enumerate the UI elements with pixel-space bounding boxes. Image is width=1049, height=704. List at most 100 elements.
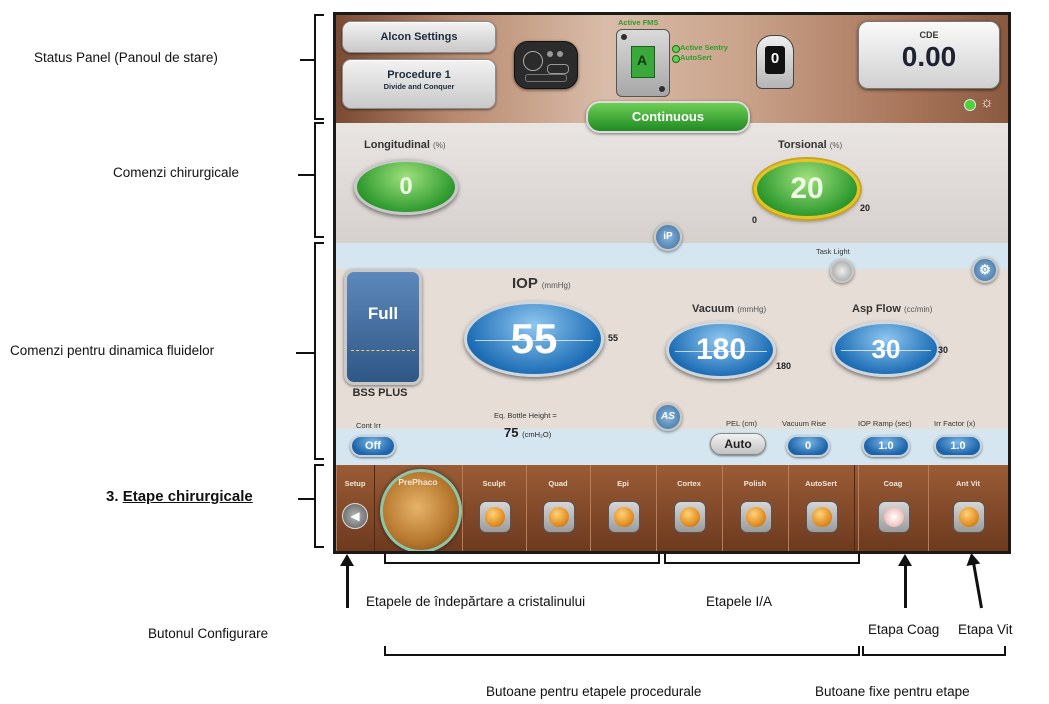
vacuum-rise-label: Vacuum Rise: [782, 419, 827, 428]
torsional-power-button[interactable]: 20: [754, 159, 860, 219]
step-label-epi: Epi: [617, 479, 629, 488]
arrow-setup: [340, 554, 354, 608]
annotation-fluidics-controls: Comenzi pentru dinamica fluidelor: [10, 343, 215, 358]
iop-ramp-button[interactable]: 1.0: [862, 435, 910, 457]
pel-label: PEL (cm): [726, 419, 757, 428]
surgical-controls-panel: Longitudinal (%) 0 Torsional (%) 20 0 20…: [336, 123, 1008, 251]
annotation-surgical-steps: 3. Etape chirurgicale: [106, 488, 253, 505]
arrow-coag: [898, 554, 912, 608]
cont-irr-button[interactable]: Off: [350, 435, 396, 457]
annotation-fixed-buttons: Butoane fixe pentru etape: [815, 684, 970, 699]
task-light-button[interactable]: [830, 259, 854, 283]
ip-icon[interactable]: iP: [654, 223, 682, 251]
step-label-polish: Polish: [743, 479, 767, 488]
bracket-procedural-buttons: [384, 646, 860, 656]
pel-button[interactable]: Auto: [710, 433, 766, 455]
step-label-quad: Quad: [548, 479, 568, 488]
remote-control-icon[interactable]: [514, 41, 578, 89]
aspflow-limit: 30: [938, 345, 949, 355]
annotation-coag-step: Etapa Coag: [868, 622, 940, 637]
longitudinal-value: 0: [399, 173, 413, 200]
vacuum-rise-button[interactable]: 0: [786, 435, 830, 457]
step-label-prephaco: PrePhaco: [398, 477, 438, 487]
vacuum-button[interactable]: 180: [666, 321, 776, 379]
irr-factor-label: Irr Factor (x): [934, 419, 976, 428]
bottle-name: BSS PLUS: [352, 387, 408, 399]
iop-value: 55: [510, 315, 558, 362]
active-sentry-label: Active Sentry: [680, 43, 728, 52]
aspflow-button[interactable]: 30: [832, 321, 940, 377]
bottle-status: Full: [367, 304, 399, 323]
polish-icon: [740, 501, 772, 533]
gear-icon[interactable]: ⚙: [972, 257, 998, 283]
vacuum-limit: 180: [776, 361, 792, 371]
alcon-settings-button[interactable]: Alcon Settings: [342, 21, 496, 53]
setup-label: Setup: [344, 479, 366, 488]
procedure-subtitle: Divide and Conquer: [383, 82, 455, 91]
longitudinal-power-button[interactable]: 0: [354, 159, 458, 215]
bracket-lens-removal: [384, 554, 660, 564]
vacuum-value: 180: [695, 333, 747, 366]
aspflow-label: Asp Flow (cc/min): [852, 303, 933, 315]
step-cortex[interactable]: Cortex: [656, 465, 723, 551]
annotation-surgical-controls: Comenzi chirurgicale: [113, 165, 240, 180]
annotation-status-panel: Status Panel (Panoul de stare): [34, 50, 218, 65]
bracket-fixed-buttons: [862, 646, 1006, 656]
step-polish[interactable]: Polish: [722, 465, 789, 551]
step-ant-vit[interactable]: Ant Vit: [928, 465, 1008, 551]
step-label-coag: Coag: [883, 479, 903, 488]
autosert-label: AutoSert: [680, 53, 712, 62]
step-sculpt[interactable]: Sculpt: [462, 465, 527, 551]
ant-vit-icon: [953, 501, 985, 533]
annotation-vit-step: Etapa Vit: [958, 622, 1013, 637]
setup-button[interactable]: Setup ◀: [336, 465, 375, 551]
active-fms-label: Active FMS: [618, 18, 659, 27]
step-label-cortex: Cortex: [677, 479, 701, 488]
fms-letter: A: [636, 52, 648, 68]
bottle-icon[interactable]: Full: [344, 269, 422, 385]
step-label-sculpt: Sculpt: [482, 479, 506, 488]
iop-ramp-label: IOP Ramp (sec): [858, 419, 912, 428]
continuous-mode-button[interactable]: Continuous: [586, 101, 750, 133]
iop-label: IOP (mmHg): [512, 275, 571, 292]
step-autosert[interactable]: AutoSert: [788, 465, 855, 551]
procedure-button[interactable]: Procedure 1 Divide and Conquer: [342, 59, 496, 109]
epi-icon: [608, 501, 640, 533]
annotation-procedural-buttons: Butoane pentru etapele procedurale: [486, 684, 702, 699]
irr-factor-button[interactable]: 1.0: [934, 435, 982, 457]
step-epi[interactable]: Epi: [590, 465, 657, 551]
cortex-icon: [674, 501, 706, 533]
step-label-autosert: AutoSert: [805, 479, 837, 488]
cde-label: CDE: [919, 30, 939, 40]
step-quad[interactable]: Quad: [526, 465, 591, 551]
step-prephaco[interactable]: PrePhaco: [374, 465, 462, 551]
torsional-max: 20: [860, 203, 871, 213]
iop-button[interactable]: 55: [464, 301, 604, 377]
torsional-value: 20: [790, 172, 824, 205]
cont-irr-label: Cont Irr: [356, 421, 382, 430]
status-green-indicator: [964, 99, 976, 111]
arrow-vit: [972, 562, 983, 609]
bracket-ia-steps: [664, 554, 860, 564]
task-light-label: Task Light: [816, 247, 850, 256]
annotation-lens-removal: Etapele de îndepărtare a cristalinului: [366, 594, 586, 609]
cde-display: CDE 0.00: [858, 21, 1000, 89]
footswitch-icon[interactable]: 0: [756, 35, 794, 89]
active-sentry-indicator: [672, 45, 680, 53]
back-arrow-icon: ◀: [342, 503, 368, 529]
autosert-indicator: [672, 55, 680, 63]
sculpt-icon: [479, 501, 511, 533]
sun-icon: ☼: [980, 94, 994, 111]
fms-cassette-icon[interactable]: A: [616, 29, 670, 97]
annotation-ia-steps: Etapele I/A: [706, 594, 773, 609]
annotation-setup-button: Butonul Configurare: [148, 626, 269, 641]
quad-icon: [543, 501, 575, 533]
coag-icon: [878, 501, 910, 533]
iop-limit: 55: [608, 333, 619, 343]
as-icon[interactable]: AS: [654, 403, 682, 431]
aspflow-value: 30: [871, 334, 901, 364]
bottle-height: 75 (cmH₂O): [504, 425, 552, 440]
step-coag[interactable]: Coag: [858, 465, 929, 551]
longitudinal-label: Longitudinal (%): [364, 139, 446, 151]
vacuum-label: Vacuum (mmHg): [692, 303, 767, 315]
